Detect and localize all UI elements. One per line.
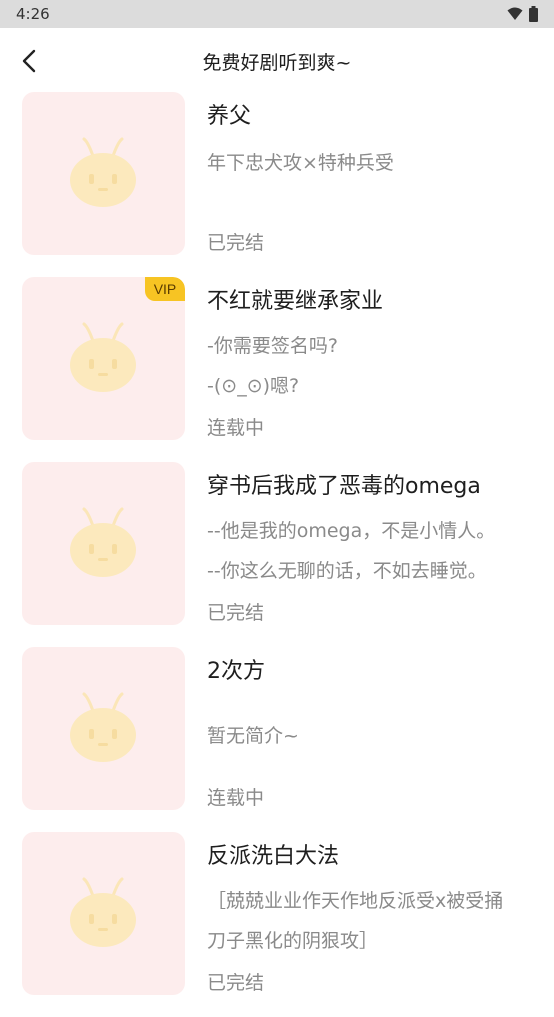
- drama-title: 不红就要继承家业: [207, 289, 384, 314]
- drama-description: -(⊙_⊙)嗯?: [207, 375, 300, 397]
- drama-status: 连载中: [207, 417, 265, 439]
- mascot-placeholder-icon: [70, 877, 136, 947]
- mascot-placeholder-icon: [70, 322, 136, 392]
- cover-placeholder: [22, 832, 185, 995]
- drama-list: 养父 年下忠犬攻×特种兵受 已完结 VIP 不红就要继承家业 -你需要签名吗? …: [0, 92, 554, 1017]
- drama-description: ［兢兢业业作天作地反派受x被受捅: [207, 890, 504, 912]
- list-item[interactable]: 反派洗白大法 ［兢兢业业作天作地反派受x被受捅 刀子黑化的阴狠攻］ 已完结: [0, 832, 554, 1017]
- list-item[interactable]: 2次方 暂无简介~ 连载中: [0, 647, 554, 832]
- drama-status: 连载中: [207, 787, 265, 809]
- status-bar: 4:26: [0, 0, 554, 28]
- battery-icon: [529, 6, 538, 22]
- cover-placeholder: [22, 647, 185, 810]
- nav-bar: 免费好剧听到爽~: [0, 28, 554, 92]
- list-item[interactable]: 穿书后我成了恶毒的omega --他是我的omega，不是小情人。 --你这么无…: [0, 462, 554, 647]
- page-title: 免费好剧听到爽~: [202, 52, 352, 74]
- drama-title: 养父: [207, 104, 252, 129]
- status-time: 4:26: [16, 5, 50, 23]
- drama-title: 反派洗白大法: [207, 844, 340, 869]
- drama-description: --你这么无聊的话，不如去睡觉。: [207, 560, 487, 582]
- vip-badge: VIP: [145, 277, 185, 301]
- wifi-icon: [507, 7, 523, 20]
- mascot-placeholder-icon: [70, 137, 136, 207]
- drama-status: 已完结: [207, 602, 265, 624]
- drama-description: 暂无简介~: [207, 725, 299, 747]
- list-item[interactable]: VIP 不红就要继承家业 -你需要签名吗? -(⊙_⊙)嗯? 连载中: [0, 277, 554, 462]
- drama-title: 穿书后我成了恶毒的omega: [207, 474, 481, 499]
- list-item[interactable]: 养父 年下忠犬攻×特种兵受 已完结: [0, 92, 554, 277]
- mascot-placeholder-icon: [70, 507, 136, 577]
- cover-placeholder: [22, 462, 185, 625]
- drama-status: 已完结: [207, 972, 265, 994]
- drama-description: --他是我的omega，不是小情人。: [207, 520, 496, 542]
- drama-description: 年下忠犬攻×特种兵受: [207, 152, 394, 174]
- drama-description: 刀子黑化的阴狠攻］: [207, 930, 379, 952]
- mascot-placeholder-icon: [70, 692, 136, 762]
- drama-title: 2次方: [207, 659, 265, 684]
- drama-status: 已完结: [207, 232, 265, 254]
- drama-description: -你需要签名吗?: [207, 335, 338, 357]
- cover-placeholder: [22, 92, 185, 255]
- cover-placeholder: VIP: [22, 277, 185, 440]
